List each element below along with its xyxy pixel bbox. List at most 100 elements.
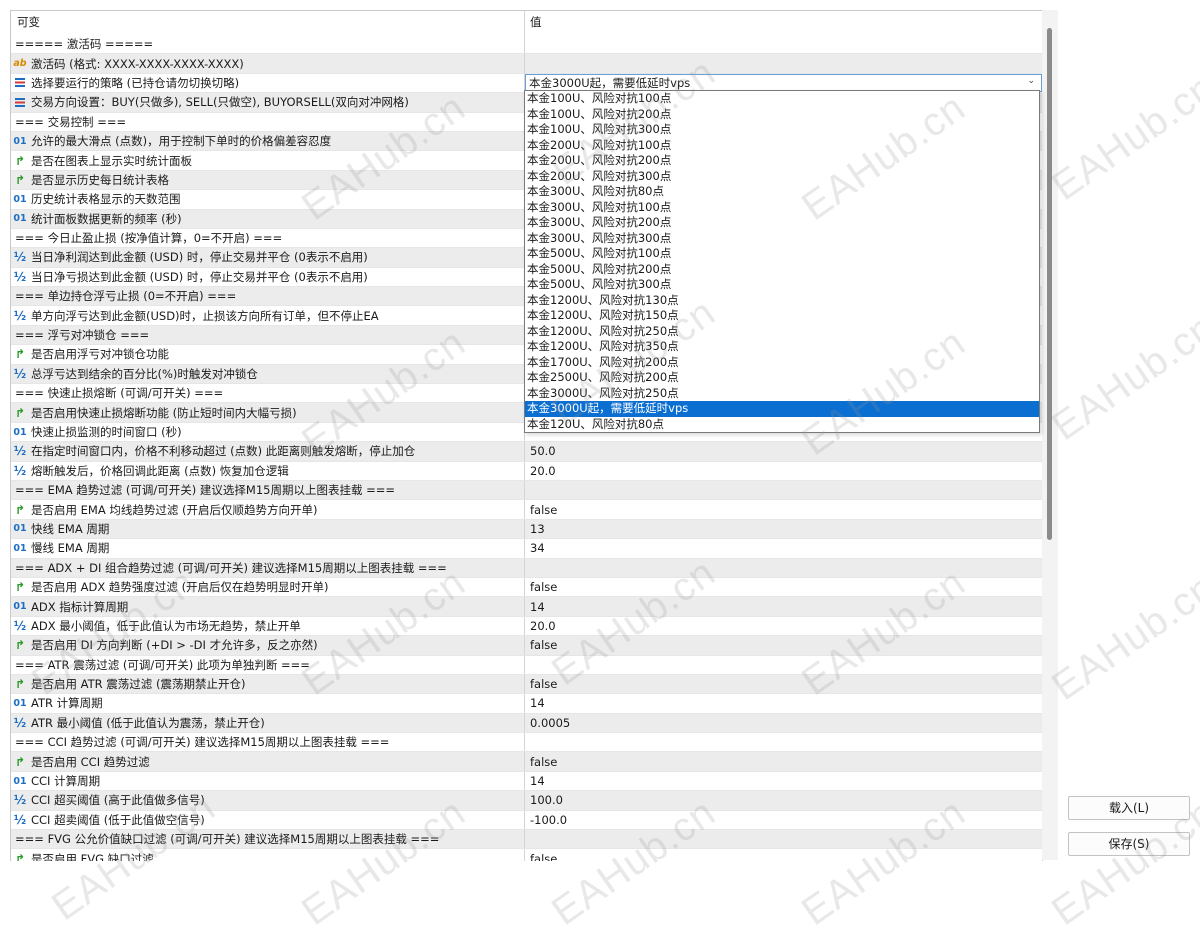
- parameter-value: 0.0005: [530, 715, 571, 730]
- table-row[interactable]: ===== 激活码 =====: [11, 35, 1042, 55]
- parameter-name-cell: 01 允许的最大滑点 (点数)，用于控制下单时的价格偏差容忍度: [11, 131, 525, 151]
- parameter-label: ATR 最小阈值 (低于此值认为震荡，禁止开仓): [31, 715, 265, 730]
- parameter-value-cell[interactable]: 20.0: [525, 617, 1042, 635]
- parameter-value-cell[interactable]: false: [525, 578, 1042, 596]
- integer-type-icon: 01: [13, 193, 27, 205]
- dropdown-option[interactable]: 本金200U、风险对抗100点: [525, 138, 1039, 154]
- dropdown-option[interactable]: 本金300U、风险对抗100点: [525, 200, 1039, 216]
- column-header-value[interactable]: 值: [525, 11, 1042, 35]
- table-row[interactable]: === FVG 公允价值缺口过滤 (可调/可开关) 建议选择M15周期以上图表挂…: [11, 830, 1042, 850]
- table-row[interactable]: 01 慢线 EMA 周期 34: [11, 539, 1042, 559]
- load-button[interactable]: 载入(L): [1068, 796, 1190, 820]
- table-row[interactable]: ↱ 是否启用 EMA 均线趋势过滤 (开启后仅顺趋势方向开单) false: [11, 500, 1042, 520]
- dropdown-option[interactable]: 本金300U、风险对抗300点: [525, 231, 1039, 247]
- dropdown-option[interactable]: 本金500U、风险对抗100点: [525, 246, 1039, 262]
- table-row[interactable]: ½ CCI 超买阈值 (高于此值做多信号) 100.0: [11, 791, 1042, 811]
- parameter-value-cell[interactable]: false: [525, 752, 1042, 770]
- table-row[interactable]: 01 ATR 计算周期 14: [11, 694, 1042, 714]
- parameter-value-cell[interactable]: false: [525, 500, 1042, 518]
- table-row[interactable]: ↱ 是否启用 ADX 趋势强度过滤 (开启后仅在趋势明显时开单) false: [11, 577, 1042, 598]
- parameter-value-cell[interactable]: 0.0005: [525, 714, 1042, 732]
- bool-type-icon: ↱: [14, 172, 26, 187]
- parameter-label: 总浮亏达到结余的百分比(%)时触发对冲锁仓: [31, 366, 258, 381]
- table-row[interactable]: ½ 在指定时间窗口内，价格不利移动超过 (点数) 此距离则触发熔断，停止加仓 50.…: [11, 442, 1042, 462]
- table-row[interactable]: ↱ 是否启用 ATR 震荡过滤 (震荡期禁止开仓) false: [11, 674, 1042, 695]
- parameter-name-cell: ½ 单方向浮亏达到此金额(USD)时，止损该方向所有订单，但不停止EA: [11, 306, 525, 325]
- parameter-label: ADX 指标计算周期: [31, 599, 129, 614]
- parameter-value-cell[interactable]: 50.0: [525, 442, 1042, 460]
- parameter-value-cell[interactable]: false: [525, 849, 1042, 861]
- parameter-value-cell[interactable]: [525, 559, 1042, 577]
- parameter-name-cell: ↱ 是否启用 ADX 趋势强度过滤 (开启后仅在趋势明显时开单): [11, 577, 525, 597]
- column-header-variable[interactable]: 可变: [11, 11, 525, 35]
- dropdown-option[interactable]: 本金120U、风险对抗80点: [525, 417, 1039, 433]
- scrollbar-thumb[interactable]: [1047, 28, 1052, 540]
- parameter-value-cell[interactable]: [525, 481, 1042, 499]
- parameter-value-cell[interactable]: -100.0: [525, 811, 1042, 829]
- table-row[interactable]: ½ ATR 最小阈值 (低于此值认为震荡，禁止开仓) 0.0005: [11, 713, 1042, 734]
- parameter-value-cell[interactable]: 14: [525, 694, 1042, 712]
- dropdown-option[interactable]: 本金100U、风险对抗200点: [525, 107, 1039, 123]
- table-row[interactable]: ab 激活码 (格式: XXXX-XXXX-XXXX-XXXX): [11, 54, 1042, 74]
- integer-type-icon: 01: [13, 697, 27, 709]
- parameter-name-cell: 交易方向设置：BUY(只做多), SELL(只做空), BUYORSELL(双向…: [11, 93, 525, 112]
- parameter-value-cell[interactable]: 14: [525, 597, 1042, 615]
- vertical-scrollbar[interactable]: [1042, 10, 1058, 860]
- dropdown-option[interactable]: 本金300U、风险对抗80点: [525, 184, 1039, 200]
- dropdown-option[interactable]: 本金1200U、风险对抗250点: [525, 324, 1039, 340]
- parameter-value-cell[interactable]: [525, 54, 1042, 72]
- table-row[interactable]: ½ CCI 超卖阈值 (低于此值做空信号) -100.0: [11, 810, 1042, 831]
- dropdown-option[interactable]: 本金500U、风险对抗200点: [525, 262, 1039, 278]
- parameter-value-cell[interactable]: 34: [525, 539, 1042, 557]
- parameter-label: === 交易控制 ===: [15, 114, 127, 129]
- table-row[interactable]: === EMA 趋势过滤 (可调/可开关) 建议选择M15周期以上图表挂载 ==…: [11, 480, 1042, 501]
- table-row[interactable]: 01 CCI 计算周期 14: [11, 771, 1042, 792]
- parameter-value-cell[interactable]: false: [525, 675, 1042, 693]
- table-row[interactable]: ↱ 是否启用 DI 方向判断 (+DI > -DI 才允许多，反之亦然) false: [11, 636, 1042, 656]
- parameter-label: === 浮亏对冲锁仓 ===: [15, 328, 150, 343]
- parameter-value: false: [530, 754, 558, 769]
- dropdown-option[interactable]: 本金1700U、风险对抗200点: [525, 355, 1039, 371]
- parameter-value-cell[interactable]: 14: [525, 772, 1042, 790]
- dropdown-option[interactable]: 本金200U、风险对抗200点: [525, 153, 1039, 169]
- save-button[interactable]: 保存(S): [1068, 832, 1190, 856]
- parameter-value-cell[interactable]: [525, 656, 1042, 674]
- parameter-name-cell: ½ 熔断触发后，价格回调此距离 (点数) 恢复加仓逻辑: [11, 461, 525, 480]
- parameter-label: 慢线 EMA 周期: [31, 541, 110, 556]
- table-row[interactable]: 01 ADX 指标计算周期 14: [11, 597, 1042, 617]
- parameter-value-cell[interactable]: 20.0: [525, 462, 1042, 480]
- chevron-down-icon[interactable]: ⌄: [1027, 76, 1035, 86]
- parameter-value-cell[interactable]: 100.0: [525, 791, 1042, 809]
- dropdown-option[interactable]: 本金3000U、风险对抗250点: [525, 386, 1039, 402]
- dropdown-option[interactable]: 本金1200U、风险对抗130点: [525, 293, 1039, 309]
- parameter-value-cell[interactable]: false: [525, 636, 1042, 654]
- double-type-icon: ½: [13, 793, 27, 808]
- dropdown-option[interactable]: 本金100U、风险对抗300点: [525, 122, 1039, 138]
- parameter-label: 历史统计表格显示的天数范围: [31, 192, 181, 207]
- table-row[interactable]: ½ 熔断触发后，价格回调此距离 (点数) 恢复加仓逻辑 20.0: [11, 461, 1042, 481]
- dropdown-option[interactable]: 本金1200U、风险对抗350点: [525, 339, 1039, 355]
- table-row[interactable]: ↱ 是否启用 FVG 缺口过滤 false: [11, 849, 1042, 861]
- table-row[interactable]: 01 快线 EMA 周期 13: [11, 519, 1042, 540]
- table-row[interactable]: ↱ 是否启用 CCI 趋势过滤 false: [11, 752, 1042, 772]
- parameter-value-cell[interactable]: 13: [525, 520, 1042, 538]
- strategy-dropdown-list[interactable]: 本金100U、风险对抗100点 本金100U、风险对抗200点 本金100U、风险对…: [524, 90, 1040, 433]
- parameter-name-cell: === CCI 趋势过滤 (可调/可开关) 建议选择M15周期以上图表挂载 ==…: [11, 733, 525, 752]
- table-row[interactable]: === CCI 趋势过滤 (可调/可开关) 建议选择M15周期以上图表挂载 ==…: [11, 733, 1042, 753]
- dropdown-option[interactable]: 本金200U、风险对抗300点: [525, 169, 1039, 185]
- dropdown-option[interactable]: 本金300U、风险对抗200点: [525, 215, 1039, 231]
- table-row[interactable]: ½ ADX 最小阈值，低于此值认为市场无趋势，禁止开单 20.0: [11, 616, 1042, 637]
- parameter-value-cell[interactable]: [525, 35, 1042, 53]
- integer-type-icon: 01: [13, 213, 27, 225]
- dropdown-option[interactable]: 本金500U、风险对抗300点: [525, 277, 1039, 293]
- parameter-value-cell[interactable]: [525, 830, 1042, 848]
- bool-type-icon: ↱: [14, 580, 26, 595]
- parameter-value-cell[interactable]: [525, 733, 1042, 751]
- dropdown-option[interactable]: 本金1200U、风险对抗150点: [525, 308, 1039, 324]
- table-row[interactable]: === ATR 震荡过滤 (可调/可开关) 此项为单独判断 ===: [11, 655, 1042, 675]
- dropdown-option[interactable]: 本金3000U起，需要低延时vps: [525, 401, 1039, 417]
- dropdown-option[interactable]: 本金100U、风险对抗100点: [525, 91, 1039, 107]
- table-row[interactable]: === ADX + DI 组合趋势过滤 (可调/可开关) 建议选择M15周期以上…: [11, 558, 1042, 578]
- parameter-label: 是否显示历史每日统计表格: [31, 172, 169, 187]
- dropdown-option[interactable]: 本金2500U、风险对抗200点: [525, 370, 1039, 386]
